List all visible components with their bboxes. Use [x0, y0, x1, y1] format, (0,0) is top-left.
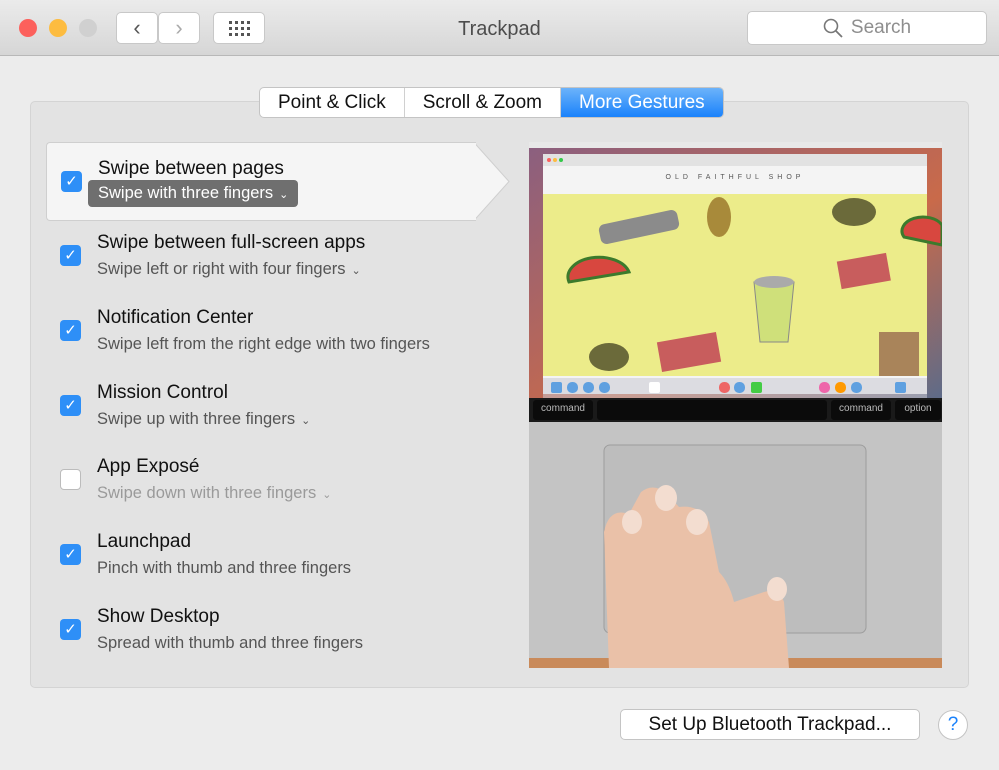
- gesture-description: Spread with thumb and three fingers: [97, 634, 363, 652]
- help-button[interactable]: ?: [938, 710, 968, 740]
- search-field[interactable]: Search: [747, 11, 987, 45]
- tab-scroll-zoom[interactable]: Scroll & Zoom: [405, 88, 562, 117]
- question-mark-icon: ?: [947, 714, 959, 735]
- tab-point-click[interactable]: Point & Click: [260, 88, 405, 117]
- dropdown-value: Swipe up with three fingers: [97, 410, 296, 428]
- dropdown-value: Swipe down with three fingers: [97, 484, 317, 502]
- chevron-down-icon: ⌄: [351, 265, 361, 277]
- gesture-label: Swipe between pages: [98, 158, 284, 179]
- key-command-left: command: [541, 403, 585, 414]
- checkbox-show-desktop[interactable]: ✓: [60, 619, 81, 640]
- gesture-label: App Exposé: [97, 456, 200, 477]
- gesture-swipe-pages[interactable]: ✓ Swipe between pages Swipe with three f…: [46, 142, 476, 221]
- gesture-label: Mission Control: [97, 382, 228, 403]
- gesture-description: Pinch with thumb and three fingers: [97, 559, 352, 577]
- checkbox-mission-control[interactable]: ✓: [60, 395, 81, 416]
- shop-title: OLD FAITHFUL SHOP: [666, 174, 805, 181]
- checkbox-notification-center[interactable]: ✓: [60, 320, 81, 341]
- checkbox-swipe-fullscreen[interactable]: ✓: [60, 245, 81, 266]
- gesture-description: Swipe left from the right edge with two …: [97, 335, 430, 353]
- gesture-label: Launchpad: [97, 531, 192, 552]
- checkbox-swipe-pages[interactable]: ✓: [61, 171, 82, 192]
- checkbox-app-expose[interactable]: [60, 469, 81, 490]
- title-bar: ‹ › Trackpad Search: [0, 0, 999, 56]
- chevron-down-icon: ⌄: [279, 189, 289, 201]
- setup-bluetooth-trackpad-button[interactable]: Set Up Bluetooth Trackpad...: [620, 709, 920, 740]
- checkbox-launchpad[interactable]: ✓: [60, 544, 81, 565]
- gesture-option-dropdown[interactable]: Swipe down with three fingers ⌄: [97, 484, 331, 503]
- gesture-option-dropdown[interactable]: Swipe with three fingers ⌄: [88, 180, 299, 207]
- tab-more-gestures[interactable]: More Gestures: [561, 88, 723, 117]
- dropdown-value: Swipe left or right with four fingers: [97, 260, 346, 278]
- gesture-preview-video: OLD FAITHFUL SHOP command command option: [529, 142, 942, 668]
- gesture-option-dropdown[interactable]: Swipe up with three fingers ⌄: [97, 410, 310, 429]
- gesture-app-expose: App Exposé Swipe down with three fingers…: [46, 441, 506, 515]
- gesture-notification-center: ✓ Notification Center Swipe left from th…: [46, 292, 506, 366]
- search-placeholder: Search: [850, 17, 912, 38]
- gesture-launchpad: ✓ Launchpad Pinch with thumb and three f…: [46, 516, 506, 590]
- dropdown-value: Swipe with three fingers: [98, 184, 274, 202]
- gesture-option-dropdown[interactable]: Swipe left or right with four fingers ⌄: [97, 260, 361, 279]
- key-command-right: command: [839, 403, 883, 414]
- chevron-down-icon: ⌄: [322, 489, 332, 501]
- selection-pointer: [474, 142, 510, 221]
- gesture-show-desktop: ✓ Show Desktop Spread with thumb and thr…: [46, 591, 506, 665]
- gesture-swipe-fullscreen: ✓ Swipe between full-screen apps Swipe l…: [46, 217, 506, 291]
- gesture-label: Show Desktop: [97, 606, 220, 627]
- gesture-label: Swipe between full-screen apps: [97, 232, 366, 253]
- gesture-label: Notification Center: [97, 307, 254, 328]
- tab-bar: Point & Click Scroll & Zoom More Gesture…: [259, 87, 724, 118]
- search-icon: [823, 18, 843, 38]
- chevron-down-icon: ⌄: [301, 415, 311, 427]
- gesture-mission-control: ✓ Mission Control Swipe up with three fi…: [46, 367, 506, 441]
- key-option: option: [904, 403, 931, 414]
- preview-illustration: OLD FAITHFUL SHOP command command option: [529, 142, 942, 668]
